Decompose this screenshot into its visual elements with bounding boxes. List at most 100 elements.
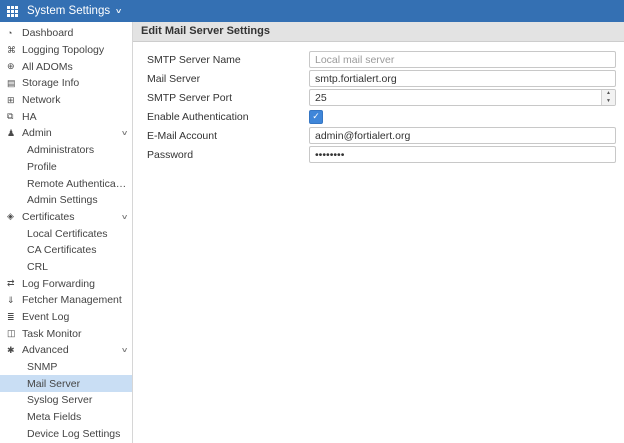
e-mail-account-input[interactable] — [309, 127, 616, 144]
form-row-smtp-server-port: SMTP Server Port ▲▼ — [147, 89, 616, 106]
chevron-down-icon[interactable]: ∨ — [121, 129, 129, 137]
network-icon: ⊞ — [7, 96, 22, 105]
field-label: SMTP Server Port — [147, 92, 309, 104]
chevron-down-icon[interactable]: ∨ — [121, 346, 129, 354]
task-monitor-icon: ◫ — [7, 329, 22, 338]
mail-server-form: SMTP Server Name Mail Server SMTP Server P… — [133, 42, 624, 165]
sidebar-item-label: Fetcher Management — [22, 294, 127, 306]
adoms-icon: ⊕ — [7, 62, 22, 71]
sidebar-item-label: Task Monitor — [22, 328, 127, 340]
sidebar-item-label: Administrators — [27, 144, 127, 156]
sidebar-item-label: Local Certificates — [27, 228, 127, 240]
sidebar-item-dashboard[interactable]: ◔Dashboard — [0, 25, 132, 42]
advanced-icon: ✱ — [7, 346, 22, 355]
sidebar-item-network[interactable]: ⊞Network — [0, 92, 132, 109]
topology-icon: ⌘ — [7, 46, 22, 55]
page-title: Edit Mail Server Settings — [133, 22, 624, 42]
event-log-icon: ≣ — [7, 313, 22, 322]
sidebar-item-label: Dashboard — [22, 27, 127, 39]
spinner-up-icon[interactable]: ▲ — [602, 90, 615, 98]
sidebar-item-all-adoms[interactable]: ⊕All ADOMs — [0, 58, 132, 75]
form-row-enable-authentication: Enable Authentication✓ — [147, 108, 616, 125]
sidebar-item-local-certificates[interactable]: Local Certificates — [0, 225, 132, 242]
field-control: ▲▼ — [309, 89, 616, 106]
sidebar-item-label: Log Forwarding — [22, 278, 127, 290]
chevron-down-icon[interactable]: ∨ — [121, 213, 129, 221]
form-row-mail-server: Mail Server — [147, 70, 616, 87]
apps-grid-icon-glyph — [7, 6, 10, 9]
sidebar-item-label: Advanced — [22, 344, 118, 356]
field-control — [309, 146, 616, 163]
sidebar-item-remote-authentication-server[interactable]: Remote Authentication Server — [0, 175, 132, 192]
sidebar-item-logging-topology[interactable]: ⌘Logging Topology — [0, 42, 132, 59]
password-input[interactable] — [309, 146, 616, 163]
sidebar-item-mail-server[interactable]: Mail Server — [0, 375, 132, 392]
sidebar-item-administrators[interactable]: Administrators — [0, 142, 132, 159]
sidebar-item-ha[interactable]: ⧉HA — [0, 108, 132, 125]
field-control — [309, 127, 616, 144]
sidebar-item-admin-settings[interactable]: Admin Settings — [0, 192, 132, 209]
sidebar-item-label: Remote Authentication Server — [27, 178, 127, 190]
topbar: System Settings ∨ — [0, 0, 624, 22]
sidebar-item-label: Profile — [27, 161, 127, 173]
field-label: Mail Server — [147, 73, 309, 85]
ha-icon: ⧉ — [7, 112, 22, 121]
sidebar-item-label: Event Log — [22, 311, 127, 323]
sidebar-item-label: Logging Topology — [22, 44, 127, 56]
sidebar-item-profile[interactable]: Profile — [0, 159, 132, 176]
field-label: Password — [147, 149, 309, 161]
sidebar-item-storage-info[interactable]: ▤Storage Info — [0, 75, 132, 92]
sidebar-item-label: Storage Info — [22, 77, 127, 89]
sidebar-item-label: All ADOMs — [22, 61, 127, 73]
dashboard-icon: ◔ — [7, 29, 22, 38]
sidebar-item-label: SNMP — [27, 361, 127, 373]
sidebar-item-meta-fields[interactable]: Meta Fields — [0, 409, 132, 426]
sidebar-item-syslog-server[interactable]: Syslog Server — [0, 392, 132, 409]
mail-server-input[interactable] — [309, 70, 616, 87]
sidebar-item-label: Admin Settings — [27, 194, 127, 206]
field-label: SMTP Server Name — [147, 54, 309, 66]
admin-icon: ♟ — [7, 129, 22, 138]
main-content: Edit Mail Server Settings SMTP Server Na… — [133, 22, 624, 443]
sidebar-item-crl[interactable]: CRL — [0, 259, 132, 276]
smtp-server-name-input[interactable] — [309, 51, 616, 68]
enable-authentication-checkbox[interactable]: ✓ — [309, 110, 323, 124]
sidebar-item-ca-certificates[interactable]: CA Certificates — [0, 242, 132, 259]
sidebar: ◔Dashboard⌘Logging Topology⊕All ADOMs▤St… — [0, 22, 133, 443]
field-control — [309, 70, 616, 87]
sidebar-item-admin[interactable]: ♟Admin∨ — [0, 125, 132, 142]
sidebar-item-label: Mail Server — [27, 378, 127, 390]
sidebar-item-certificates[interactable]: ◈Certificates∨ — [0, 209, 132, 226]
chevron-down-icon: ∨ — [115, 7, 123, 15]
sidebar-item-snmp[interactable]: SNMP — [0, 359, 132, 376]
field-control — [309, 51, 616, 68]
sidebar-item-fetcher-management[interactable]: ⇓Fetcher Management — [0, 292, 132, 309]
storage-icon: ▤ — [7, 79, 22, 88]
smtp-server-port-stepper: ▲▼ — [309, 89, 616, 106]
spinner-down-icon[interactable]: ▼ — [602, 98, 615, 106]
sidebar-item-label: CA Certificates — [27, 244, 127, 256]
sidebar-item-task-monitor[interactable]: ◫Task Monitor — [0, 325, 132, 342]
smtp-server-port-input[interactable] — [309, 89, 616, 106]
certificates-icon: ◈ — [7, 212, 22, 221]
sidebar-item-label: Syslog Server — [27, 394, 127, 406]
form-row-password: Password — [147, 146, 616, 163]
form-row-e-mail-account: E-Mail Account — [147, 127, 616, 144]
apps-grid-icon[interactable] — [7, 6, 18, 17]
topbar-title: System Settings — [27, 5, 110, 17]
field-label: Enable Authentication — [147, 111, 309, 123]
sidebar-item-log-forwarding[interactable]: ⇄Log Forwarding — [0, 275, 132, 292]
field-label: E-Mail Account — [147, 130, 309, 142]
sidebar-item-label: Meta Fields — [27, 411, 127, 423]
system-settings-menu[interactable]: System Settings ∨ — [27, 5, 121, 17]
sidebar-item-event-log[interactable]: ≣Event Log — [0, 309, 132, 326]
spinner-buttons: ▲▼ — [601, 90, 615, 105]
layout: ◔Dashboard⌘Logging Topology⊕All ADOMs▤St… — [0, 22, 624, 443]
form-row-smtp-server-name: SMTP Server Name — [147, 51, 616, 68]
sidebar-item-advanced[interactable]: ✱Advanced∨ — [0, 342, 132, 359]
sidebar-item-label: Certificates — [22, 211, 118, 223]
sidebar-item-device-log-settings[interactable]: Device Log Settings — [0, 426, 132, 443]
sidebar-item-label: Network — [22, 94, 127, 106]
fetcher-management-icon: ⇓ — [7, 296, 22, 305]
sidebar-item-label: Device Log Settings — [27, 428, 127, 440]
